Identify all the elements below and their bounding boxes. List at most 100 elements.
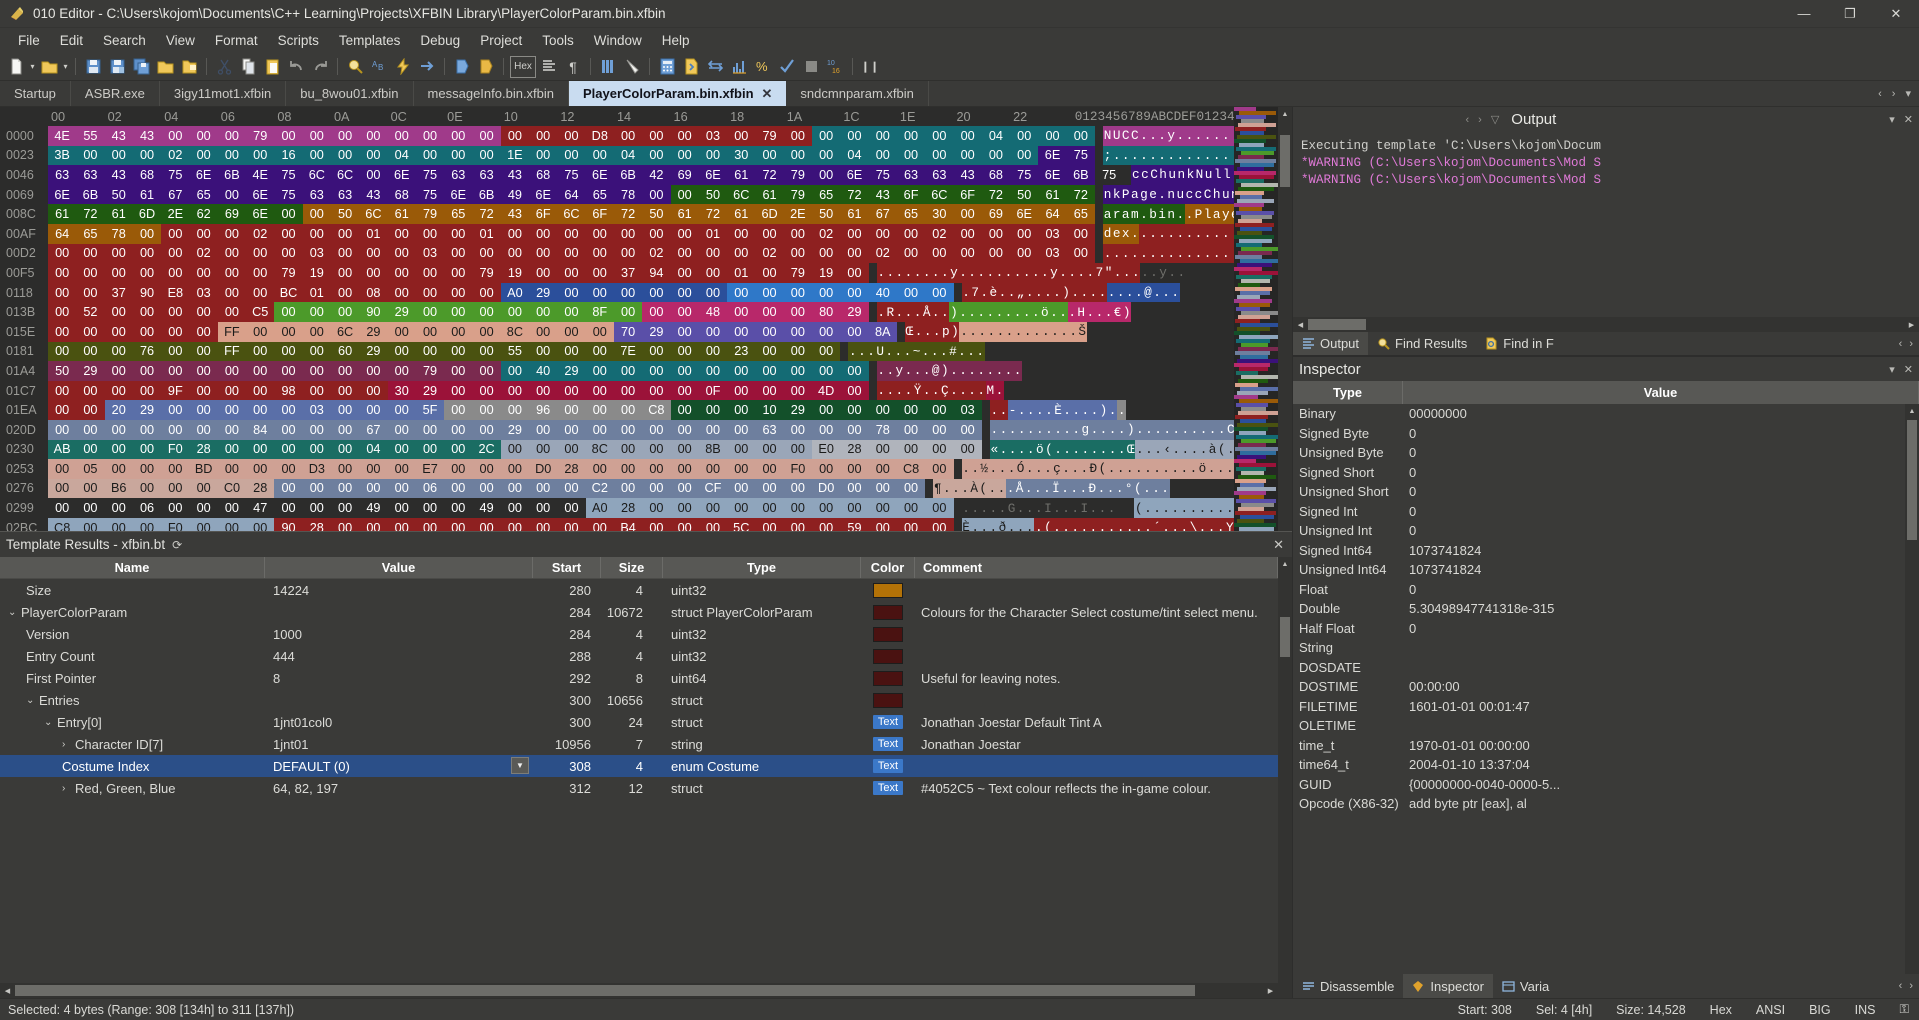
hex-byte[interactable]: 00 [472,517,501,531]
hex-byte[interactable]: 00 [698,145,728,166]
hex-byte[interactable]: 03 [302,243,331,264]
hex-byte[interactable]: 29 [557,361,586,381]
output-tab-find-results[interactable]: Find Results [1368,332,1476,355]
hex-byte[interactable]: 00 [812,498,841,518]
hex-byte[interactable]: 61 [104,204,133,224]
hex-byte[interactable]: 00 [698,517,728,531]
hex-pane[interactable]: 00 02 04 06 08 0A 0C 0E 10 12 14 16 18 1A 1C 1E 20 22 0123… [0,107,1234,531]
hex-byte[interactable]: 00 [727,459,756,479]
hex-byte[interactable]: F0 [161,517,190,531]
hex-byte[interactable]: 00 [217,263,247,283]
hex-byte[interactable]: 00 [585,459,614,479]
hex-byte[interactable]: 00 [161,243,190,264]
table-row[interactable]: Version 1000 284 4 uint32 [0,623,1278,645]
hex-byte[interactable]: 00 [585,361,614,381]
hex-byte[interactable]: 00 [755,380,784,401]
template-cell-color[interactable]: Text [861,733,915,755]
hex-byte[interactable]: 00 [246,145,275,166]
scrollbar-thumb[interactable] [15,985,1195,996]
hex-vertical-scrollbar[interactable]: ▲ [1278,107,1292,531]
hex-byte[interactable]: 00 [76,478,105,499]
hex-byte[interactable]: 00 [444,439,473,460]
checksum-icon[interactable]: % [752,56,774,78]
hex-byte[interactable]: 4E [246,165,275,185]
hex-row[interactable]: 0046 63 63 43 68 75 6E 6B 4E 75 6C 6C 00 6E 75 63 63 43 68… [0,165,1234,185]
output-tab-find-in-f[interactable]: Find in F [1476,332,1563,355]
hex-byte[interactable]: 00 [330,459,360,479]
hex-byte[interactable]: 00 [755,263,784,283]
hex-byte[interactable]: 61 [840,204,869,224]
hex-byte[interactable]: 00 [557,126,586,146]
hex-byte[interactable]: 00 [783,478,813,499]
hex-byte[interactable]: 00 [585,380,614,401]
hex-byte[interactable]: 00 [698,400,728,420]
hex-byte[interactable]: 00 [585,145,614,166]
hex-byte[interactable]: 00 [444,145,473,166]
template-column-name[interactable]: Name [0,557,265,578]
hex-mode-icon[interactable]: Hex [510,55,536,78]
hex-byte[interactable]: 00 [472,145,501,166]
hex-byte[interactable]: BD [189,459,218,479]
template-cell-color[interactable]: Text [861,711,915,733]
hex-byte[interactable]: 00 [529,243,558,264]
hex-row-bytes[interactable]: 3B 00 00 00 02 00 00 00 16 00 00 00 04 00 00 00 1E 00 00 00… [48,145,1095,166]
hex-byte[interactable]: 00 [359,517,388,531]
hex-byte[interactable]: 00 [529,498,558,518]
hex-byte[interactable]: 00 [104,243,133,264]
hex-byte[interactable]: 98 [274,380,303,401]
hex-byte[interactable]: 00 [472,380,501,401]
hex-row[interactable]: 0253 00 05 00 00 00 BD 00 00 00 D3 00 00 00 E7 00 00 00 D0… [0,459,1234,479]
hex-byte[interactable]: 00 [161,459,190,479]
hex-byte[interactable]: 00 [727,126,756,146]
hex-byte[interactable]: 00 [387,223,416,244]
hex-byte[interactable]: 00 [840,126,869,146]
hex-byte[interactable]: 00 [925,498,954,518]
hex-byte[interactable]: 00 [953,419,982,440]
hex-byte[interactable]: 00 [840,419,869,440]
menu-item-file[interactable]: File [8,30,50,51]
hex-byte[interactable]: 43 [132,126,162,146]
close-icon[interactable]: ✕ [1273,537,1284,553]
hex-byte[interactable]: 00 [981,223,1011,244]
hex-byte[interactable]: 43 [500,165,530,185]
color-swatch[interactable] [873,604,903,620]
hex-byte[interactable]: 00 [557,282,586,303]
hex-byte[interactable]: 6B [217,165,247,185]
hex-byte[interactable]: 8A [868,321,897,342]
hex-byte[interactable]: 00 [557,263,586,283]
hex-byte[interactable]: 00 [1010,243,1039,264]
hex-byte[interactable]: 00 [812,517,841,531]
hex-byte[interactable]: 72 [755,165,784,185]
hex-byte[interactable]: 00 [472,419,501,440]
hex-byte[interactable]: 00 [783,361,813,381]
hex-row-bytes[interactable]: 50 29 00 00 00 00 00 00 00 00 00 00 00 79 00 00 00 40 29 00… [48,361,869,381]
new-folder-icon[interactable] [154,56,176,78]
hex-byte[interactable]: 6F [585,204,614,224]
hex-byte[interactable]: 8F [585,302,614,322]
hex-byte[interactable]: 03 [1038,243,1067,264]
inspector-tab-nav-next-icon[interactable]: › [1909,980,1913,992]
hex-byte[interactable]: 75 [274,184,303,205]
document-tab-1[interactable]: ASBR.exe [71,81,160,106]
hex-byte[interactable]: 00 [132,517,162,531]
hex-row-bytes[interactable]: 00 00 00 00 9F 00 00 00 98 00 00 00 30 29 00 00 00 00 00 00… [48,380,869,401]
hex-byte[interactable]: 00 [698,263,728,283]
hex-byte[interactable]: 00 [783,145,813,166]
hex-byte[interactable]: 00 [302,341,331,362]
hex-byte[interactable]: 00 [868,400,897,420]
hex-byte[interactable]: E8 [161,282,190,303]
template-cell-color[interactable]: Text [861,755,915,777]
hex-byte[interactable]: 29 [76,361,105,381]
hex-byte[interactable]: 00 [840,498,869,518]
hex-byte[interactable]: 00 [189,361,218,381]
scroll-up-icon[interactable]: ▲ [1905,404,1919,418]
hex-byte[interactable]: 00 [48,459,77,479]
hex-byte[interactable]: 80 [812,302,841,322]
hex-byte[interactable]: 00 [217,419,247,440]
close-icon[interactable]: ✕ [1904,113,1913,126]
hex-byte[interactable]: 00 [670,419,699,440]
hex-byte[interactable]: 00 [670,223,699,244]
hex-byte[interactable]: 00 [783,302,813,322]
hex-byte[interactable]: 00 [274,126,303,146]
hex-byte[interactable]: 49 [500,184,530,205]
